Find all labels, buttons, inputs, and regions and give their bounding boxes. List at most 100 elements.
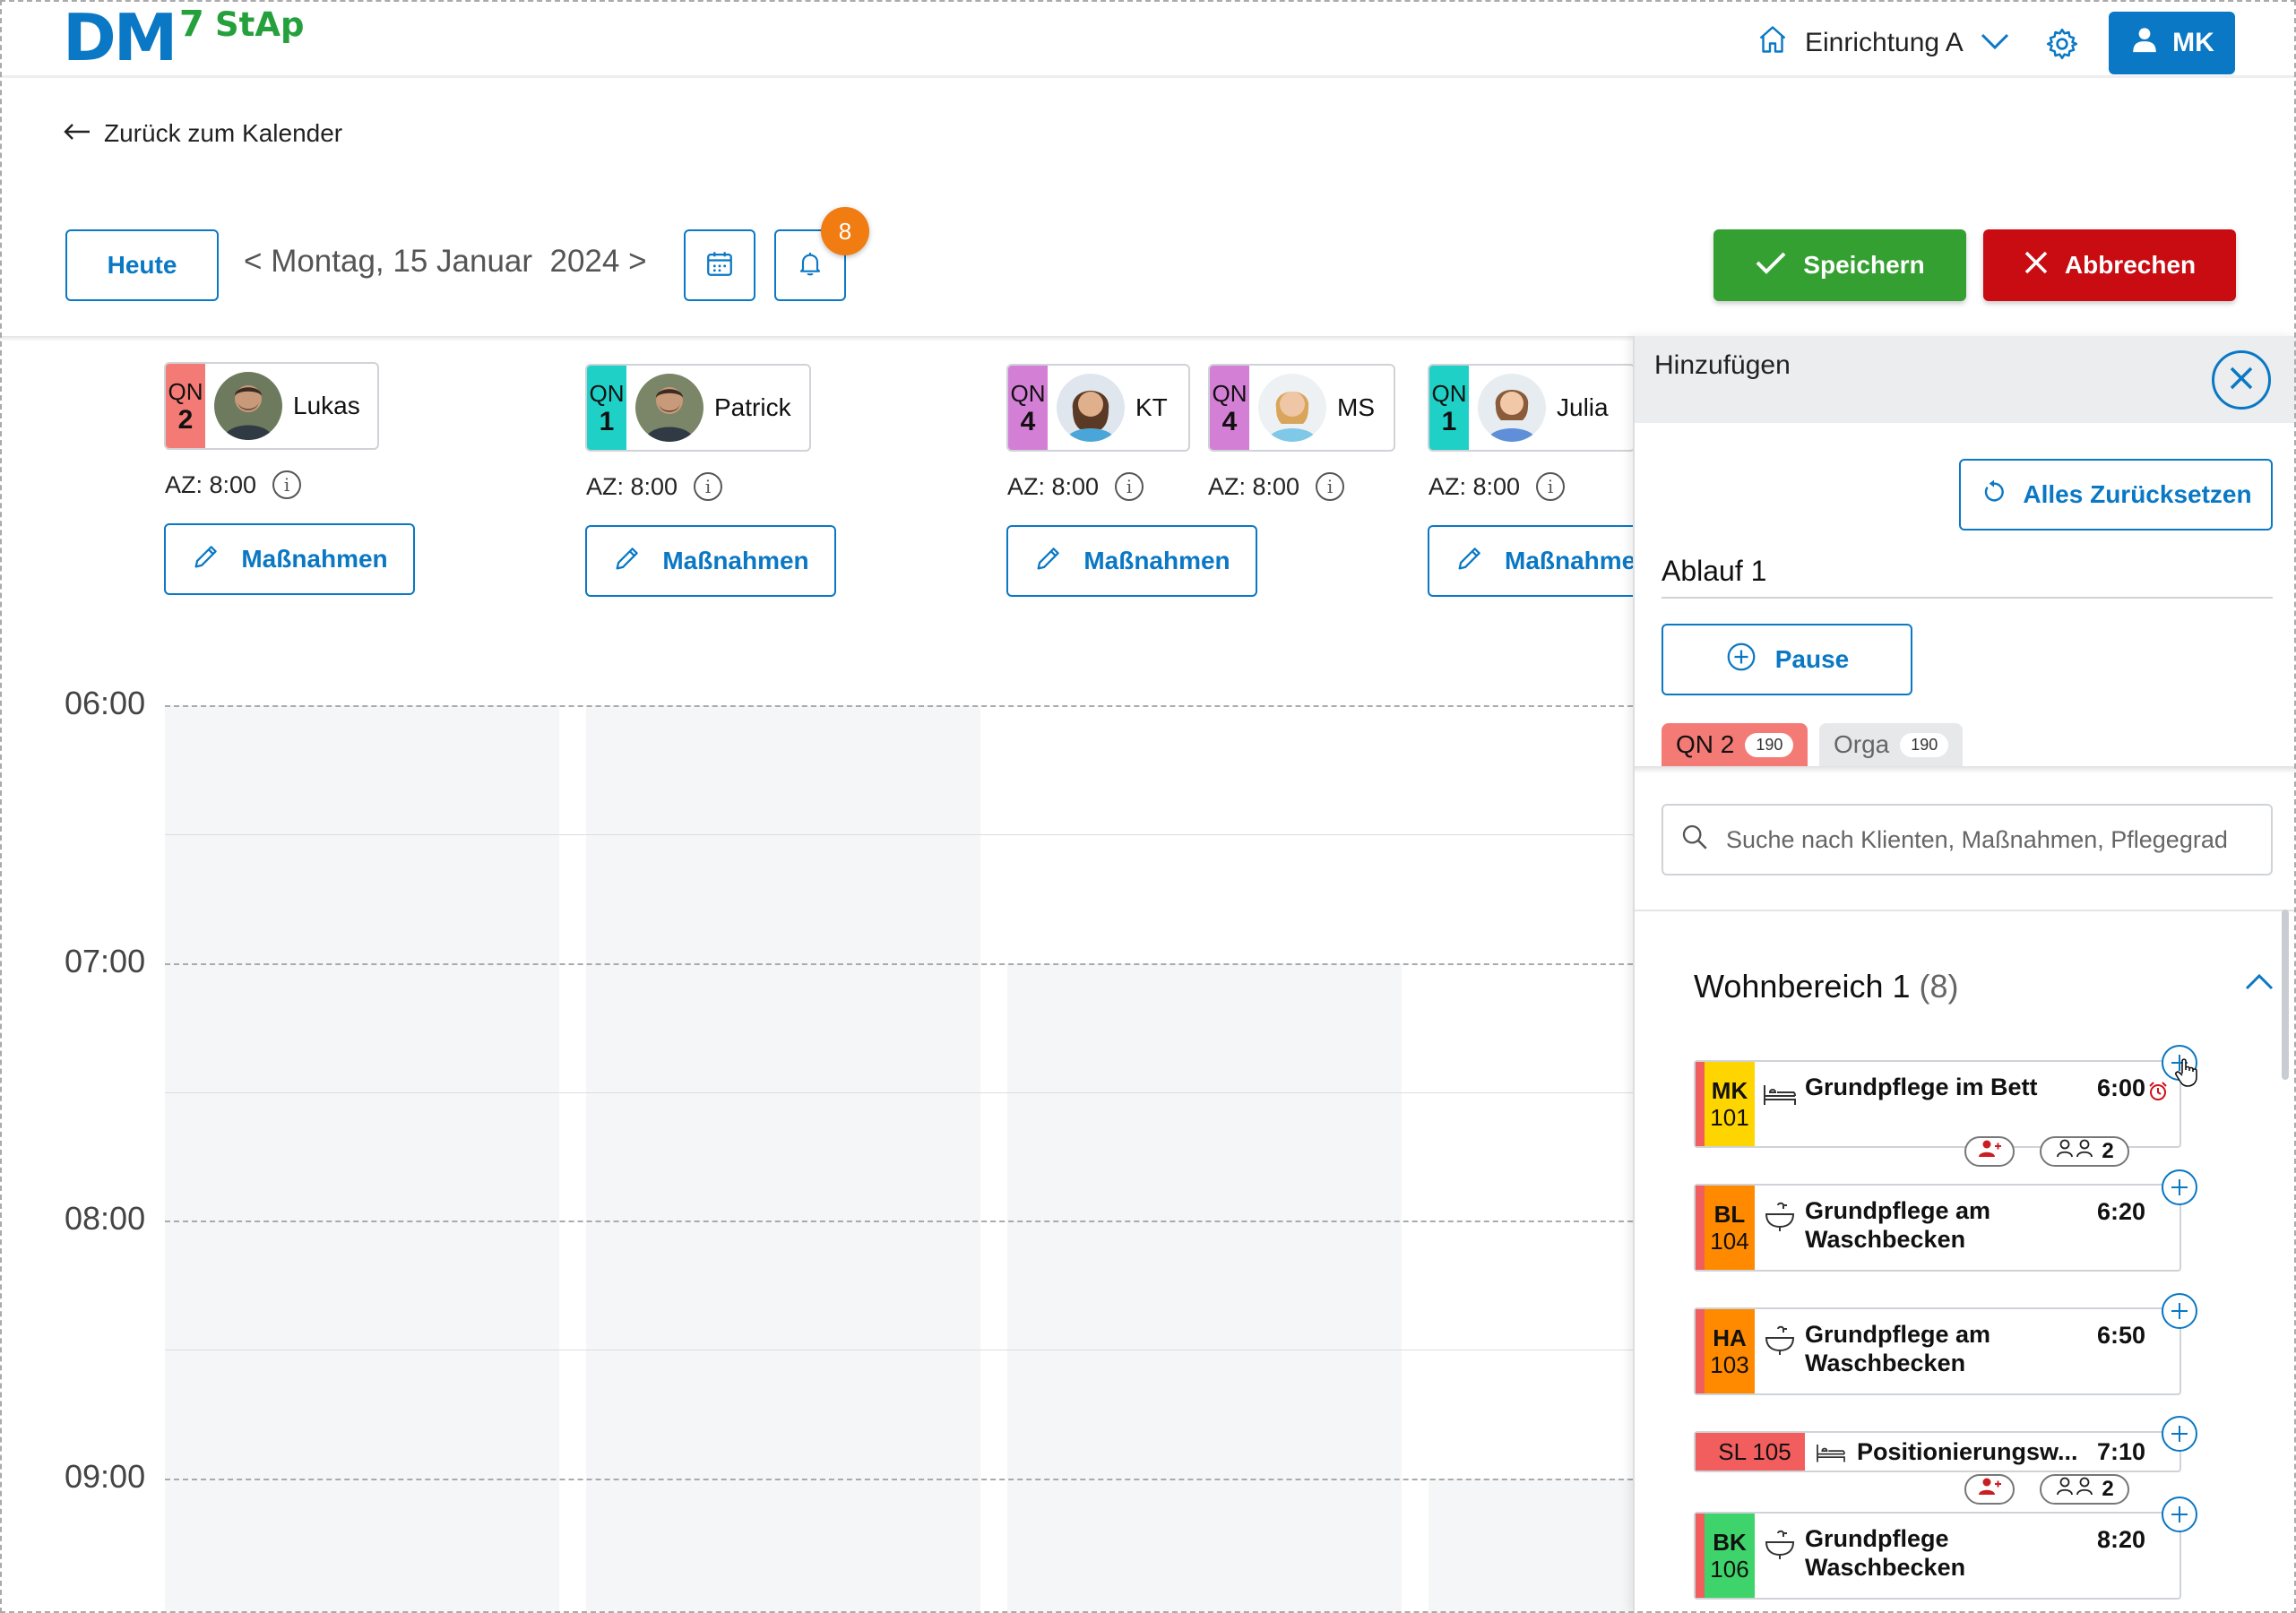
working-time-label: AZ: 8:00 <box>1007 472 1100 500</box>
calendar-picker-button[interactable] <box>684 229 755 301</box>
person-add-icon <box>1977 1477 2002 1503</box>
assign-person-pill[interactable] <box>1964 1136 2015 1167</box>
tab-label: Orga <box>1834 730 1890 758</box>
staff-count-pill[interactable]: 2 <box>2040 1474 2129 1505</box>
add-task-button[interactable] <box>2162 1293 2197 1329</box>
measures-button-patrick[interactable]: Maßnahmen <box>585 525 836 597</box>
info-icon[interactable]: i <box>1536 472 1566 501</box>
two-persons-icon <box>2055 1138 2098 1166</box>
close-panel-button[interactable] <box>2212 350 2271 410</box>
reset-label: Alles Zurücksetzen <box>2023 480 2252 508</box>
plus-circle-icon <box>1725 641 1757 679</box>
hour-label: 08:00 <box>65 1200 146 1237</box>
reset-all-button[interactable]: Alles Zurücksetzen <box>1959 459 2273 530</box>
chevron-down-icon <box>1980 28 2010 58</box>
prev-day-button[interactable]: < <box>244 244 262 279</box>
bed-icon <box>1755 1062 1805 1146</box>
add-task-button[interactable] <box>2162 1416 2197 1452</box>
task-card[interactable]: SL 105 Positionierungsw... 7:10 <box>1694 1431 2181 1472</box>
search-input[interactable]: Suche nach Klienten, Maßnahmen, Pflegegr… <box>1662 804 2273 876</box>
task-name: Grundpflege am Waschbecken <box>1805 1197 1991 1253</box>
task-card[interactable]: HA 103 Grundpflege am Waschbecken 6:50 <box>1694 1307 2181 1395</box>
task-card[interactable]: BL 104 Grundpflege am Waschbecken 6:20 <box>1694 1184 2181 1272</box>
notification-count-badge: 8 <box>821 207 869 255</box>
cancel-button[interactable]: Abbrechen <box>1983 229 2236 301</box>
task-name: Grundpflege im Bett <box>1805 1074 2038 1100</box>
client-badge: BL 104 <box>1705 1186 1755 1270</box>
today-label: Heute <box>107 251 177 279</box>
staff-card-kt[interactable]: QN 4 KT <box>1006 364 1190 452</box>
measures-button-kt[interactable]: Maßnahmen <box>1006 525 1257 597</box>
info-icon[interactable]: i <box>1115 472 1144 501</box>
facility-selector[interactable]: Einrichtung A <box>1757 16 2010 70</box>
app-logo[interactable]: DM <box>63 0 177 75</box>
working-time-label: AZ: 8:00 <box>586 472 678 500</box>
sink-icon <box>1755 1514 1805 1598</box>
staff-column-lukas[interactable] <box>165 705 559 1613</box>
avatar <box>1478 374 1546 442</box>
section-title[interactable]: Wohnbereich 1 (8) <box>1694 968 1959 1005</box>
staff-card-ms[interactable]: QN 4 MS <box>1208 364 1395 452</box>
working-time: AZ: 8:00 i <box>586 472 723 501</box>
task-card[interactable]: BK 106 Grundpflege Waschbecken 8:20 <box>1694 1512 2181 1600</box>
staff-column-kt[interactable] <box>1007 963 1402 1613</box>
tab-qn2[interactable]: QN 2 190 <box>1662 723 1808 766</box>
section-name: Wohnbereich 1 <box>1694 968 1911 1005</box>
staff-card-patrick[interactable]: QN 1 Patrick <box>585 364 811 452</box>
current-date: Montag, 15 Januar 2024 <box>271 244 620 279</box>
search-icon <box>1679 822 1710 858</box>
chevron-up-icon[interactable] <box>2244 972 2274 996</box>
logo-text: DM <box>63 0 177 75</box>
today-button[interactable]: Heute <box>65 229 219 301</box>
qualification-badge: QN 4 <box>1008 366 1048 450</box>
staff-count-pill[interactable]: 2 <box>2040 1136 2129 1167</box>
pencil-icon <box>612 543 643 580</box>
qualification-badge: QN 1 <box>587 366 626 450</box>
staff-name: Lukas <box>293 392 360 419</box>
sequence-label: Ablauf 1 <box>1662 555 2273 599</box>
hour-label: 06:00 <box>65 685 146 721</box>
priority-strip <box>1696 1062 1705 1146</box>
pencil-icon <box>1454 543 1485 580</box>
two-persons-icon <box>2055 1476 2098 1504</box>
staff-count: 2 <box>2102 1139 2114 1163</box>
add-task-button[interactable] <box>2162 1169 2197 1205</box>
task-name: Grundpflege am Waschbecken <box>1805 1321 1991 1376</box>
staff-card-julia[interactable]: QN 1 Julia <box>1428 364 1636 452</box>
qualification-badge: QN 2 <box>166 364 205 448</box>
tab-orga[interactable]: Orga 190 <box>1819 723 1964 766</box>
gear-icon[interactable] <box>2044 26 2080 66</box>
scrollbar[interactable] <box>2282 910 2289 1080</box>
pause-label: Pause <box>1774 645 1850 673</box>
user-initials: MK <box>2172 28 2214 57</box>
assign-person-pill[interactable] <box>1964 1474 2015 1505</box>
info-icon[interactable]: i <box>1316 472 1345 501</box>
bell-icon <box>796 249 824 282</box>
next-day-button[interactable]: > <box>628 244 646 279</box>
arrow-left-icon <box>63 119 91 148</box>
staff-column-patrick[interactable] <box>586 705 980 1613</box>
home-icon <box>1757 23 1789 63</box>
staff-column-julia[interactable] <box>1429 1479 1633 1613</box>
staff-name: Patrick <box>714 393 791 421</box>
toolbar-divider <box>0 336 1633 341</box>
calendar-icon <box>704 248 735 283</box>
measures-label: Maßnahmen <box>662 547 809 574</box>
reset-icon <box>1980 478 2008 513</box>
half-hour-line <box>165 834 1633 835</box>
staff-name: Julia <box>1557 393 1609 421</box>
task-card[interactable]: MK 101 Grundpflege im Bett 6:00 <box>1694 1060 2181 1148</box>
user-menu-button[interactable]: MK <box>2109 12 2235 74</box>
hour-line <box>165 963 1633 965</box>
staff-card-lukas[interactable]: QN 2 Lukas <box>164 362 379 450</box>
person-add-icon <box>1977 1139 2002 1165</box>
add-pause-button[interactable]: Pause <box>1662 624 1912 695</box>
back-to-calendar-link[interactable]: Zurück zum Kalender <box>63 119 342 148</box>
info-icon[interactable]: i <box>694 472 723 501</box>
priority-strip <box>1696 1433 1705 1471</box>
info-icon[interactable]: i <box>272 470 302 499</box>
measures-button-lukas[interactable]: Maßnahmen <box>164 523 415 595</box>
save-button[interactable]: Speichern <box>1713 229 1966 301</box>
measures-button-julia[interactable]: Maßnahmen <box>1428 525 1633 597</box>
add-task-button[interactable] <box>2162 1497 2197 1532</box>
